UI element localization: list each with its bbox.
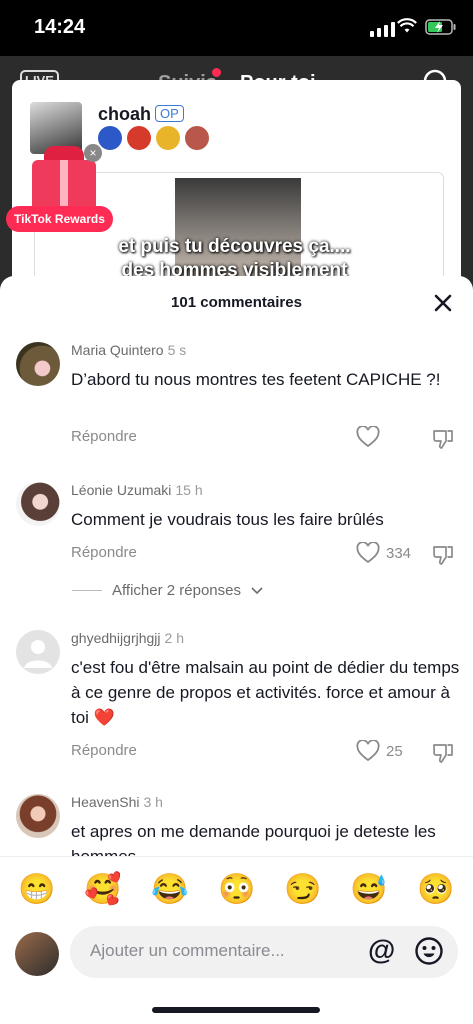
reply-button[interactable]: Répondre [71,428,137,445]
comment-author-name[interactable]: ghyedhijgrjhgjj [71,630,161,646]
comment-input[interactable]: Ajouter un commentaire... @ [70,926,458,978]
close-rewards-icon[interactable]: × [84,144,102,162]
dislike-icon[interactable] [432,544,454,566]
emoji-picker-icon[interactable] [414,936,444,966]
sun-badge-icon [185,126,209,150]
tab-for-you[interactable]: Pour toi [240,72,316,95]
tab-following[interactable]: Suivis [158,72,217,95]
status-bar: 14:24 [0,0,473,56]
my-avatar [15,932,59,976]
reply-button[interactable]: Répondre [71,544,137,561]
divider-line [72,590,102,591]
wifi-icon [397,18,417,33]
dislike-icon[interactable] [432,742,454,764]
op-badge: OP [155,105,184,122]
close-icon[interactable] [432,292,454,314]
tiktok-rewards-widget[interactable]: × TikTok Rewards [6,144,114,239]
post-author-name[interactable]: choah [98,104,151,125]
avatar[interactable] [16,794,60,838]
emoji-smirk-button[interactable]: 😏 [284,873,321,907]
avatar[interactable] [16,630,60,674]
battery-charging-icon [425,19,456,35]
comment-time: 5 s [167,342,187,358]
active-tab-indicator [266,102,294,105]
comment-time: 3 h [143,794,163,810]
like-button[interactable]: 334 [356,542,411,564]
emoji-love-button[interactable]: 🥰 [84,873,121,907]
rewards-label[interactable]: TikTok Rewards [6,206,113,232]
emoji-quick-bar: 😁 🥰 😂 😳 😏 😅 🥺 [0,856,473,927]
comment-text: c'est fou d'être malsain au point de déd… [71,658,460,727]
video-caption-line-1: et puis tu découvres ça.... [118,236,351,257]
comment-time: 15 h [175,482,203,498]
reply-button[interactable]: Répondre [71,742,137,759]
like-count: 334 [386,544,412,562]
emoji-grin-button[interactable]: 😁 [18,873,55,907]
comment-input-placeholder: Ajouter un commentaire... [90,941,285,960]
heart-outline-icon [356,542,380,564]
comment-author-name[interactable]: Maria Quintero [71,342,164,358]
comment-item: HeavenShi 3 h et apres on me demande pour… [0,794,473,856]
chevron-down-icon [251,586,263,594]
dislike-icon[interactable] [432,428,454,450]
avatar[interactable] [16,482,60,526]
cellular-signal-icon [370,22,395,37]
status-time: 14:24 [34,16,86,38]
comment-text: D’abord tu nous montres tes feetent CAPI… [71,370,441,389]
search-icon[interactable] [422,68,452,98]
comment-author-name[interactable]: HeavenShi [71,794,140,810]
comment-text: et apres on me demande pourquoi je detes… [71,822,436,856]
avatar[interactable] [16,342,60,386]
home-indicator [152,1007,320,1013]
show-replies-button[interactable]: Afficher 2 réponses [72,582,263,599]
comments-count-title: 101 commentaires [171,294,302,311]
emoji-pleading-button[interactable]: 🥺 [417,873,454,907]
emoji-laugh-button[interactable]: 😂 [151,873,188,907]
comment-author[interactable]: Maria Quintero 5 s [71,342,186,358]
comment-time: 2 h [164,630,184,646]
notification-dot [212,68,221,77]
clown-badge-icon [127,126,151,150]
emoji-sweat-button[interactable]: 😅 [350,873,387,907]
comment-author[interactable]: ghyedhijgrjhgjj 2 h [71,630,184,646]
like-button[interactable]: 25 [356,740,403,762]
like-button[interactable] [356,426,386,448]
author-badges [98,126,209,150]
heart-outline-icon [356,740,380,762]
heart-outline-icon [356,426,380,448]
comment-author-name[interactable]: Léonie Uzumaki [71,482,171,498]
mention-button[interactable]: @ [368,934,395,966]
gift-ribbon [60,160,68,212]
face-badge-icon [156,126,180,150]
comment-author[interactable]: Léonie Uzumaki 15 h [71,482,203,498]
emoji-flushed-button[interactable]: 😳 [218,873,255,907]
show-replies-label[interactable]: Afficher 2 réponses [112,582,241,599]
like-count: 25 [386,742,403,760]
comment-author[interactable]: HeavenShi 3 h [71,794,163,810]
live-icon[interactable]: LIVE [20,70,59,91]
comment-text: Comment je voudrais tous les faire brûlé… [71,510,384,529]
default-avatar-icon [24,640,52,668]
